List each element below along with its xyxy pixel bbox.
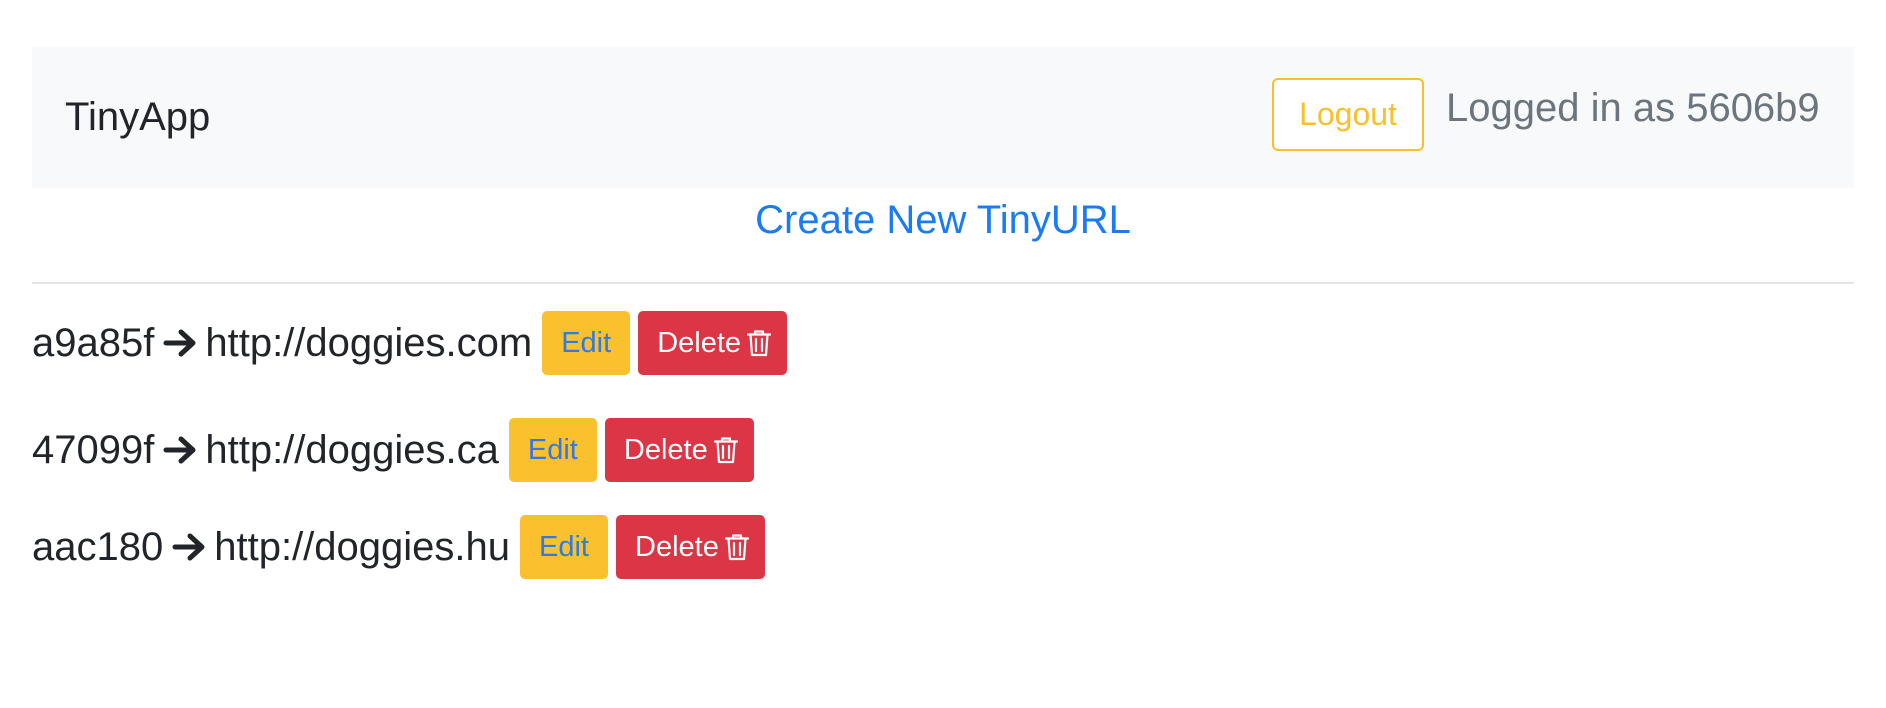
edit-button-label: Edit: [527, 433, 578, 466]
delete-button-label: Delete: [657, 326, 742, 359]
url-row: aac180 http://doggies.hu Edit Delete: [32, 515, 765, 579]
delete-button-label: Delete: [635, 530, 719, 563]
trash-icon: [713, 436, 738, 464]
edit-button[interactable]: Edit: [520, 515, 608, 579]
edit-button-label: Edit: [561, 326, 612, 359]
url-row: 47099f http://doggies.ca Edit Delete: [32, 418, 754, 482]
url-row: a9a85f http://doggies.com Edit Delete: [32, 311, 788, 375]
delete-button-label: Delete: [623, 433, 708, 466]
trash-icon: [747, 329, 772, 357]
create-new-tinyurl-link[interactable]: Create New TinyURL: [0, 197, 1886, 243]
brand-link[interactable]: TinyApp: [65, 94, 210, 140]
edit-button-label: Edit: [539, 530, 589, 563]
divider: [32, 282, 1854, 284]
short-url-id: aac180: [32, 525, 164, 569]
arrow-right-icon: [159, 427, 203, 473]
short-url-id: a9a85f: [32, 321, 155, 365]
long-url: http://doggies.com: [205, 321, 533, 365]
long-url: http://doggies.ca: [205, 428, 499, 472]
short-url-id: 47099f: [32, 428, 155, 472]
logged-in-status: Logged in as 5606b9: [1446, 86, 1820, 130]
navbar: TinyApp Logout Logged in as 5606b9: [32, 47, 1854, 188]
arrow-right-icon: [159, 320, 203, 366]
delete-button[interactable]: Delete: [616, 515, 765, 579]
edit-button[interactable]: Edit: [542, 311, 631, 375]
edit-button[interactable]: Edit: [508, 418, 597, 482]
long-url: http://doggies.hu: [214, 525, 511, 569]
trash-icon: [724, 533, 749, 561]
logout-button[interactable]: Logout: [1272, 78, 1424, 151]
delete-button[interactable]: Delete: [604, 418, 754, 482]
delete-button[interactable]: Delete: [638, 311, 788, 375]
arrow-right-icon: [168, 524, 212, 570]
